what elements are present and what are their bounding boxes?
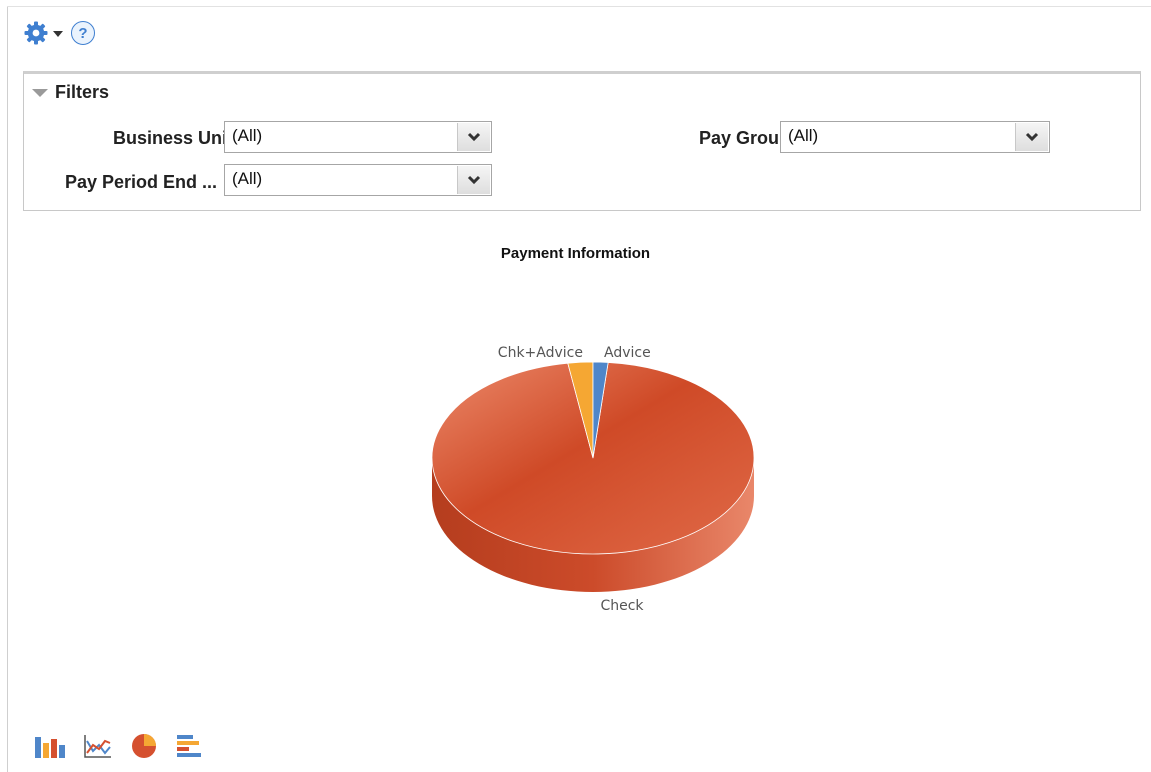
bar-chart-icon[interactable] bbox=[34, 733, 66, 759]
slice-label-check: Check bbox=[600, 598, 644, 614]
line-chart-icon[interactable] bbox=[83, 733, 113, 759]
chart-type-selector bbox=[34, 733, 220, 759]
slice-label-advice: Advice bbox=[604, 345, 651, 361]
horizontal-bar-chart-icon[interactable] bbox=[175, 733, 203, 759]
pie-chart-icon[interactable] bbox=[130, 733, 158, 759]
pie-chart: Chk+Advice Advice Check bbox=[431, 345, 755, 614]
slice-label-chk-advice: Chk+Advice bbox=[498, 345, 583, 361]
